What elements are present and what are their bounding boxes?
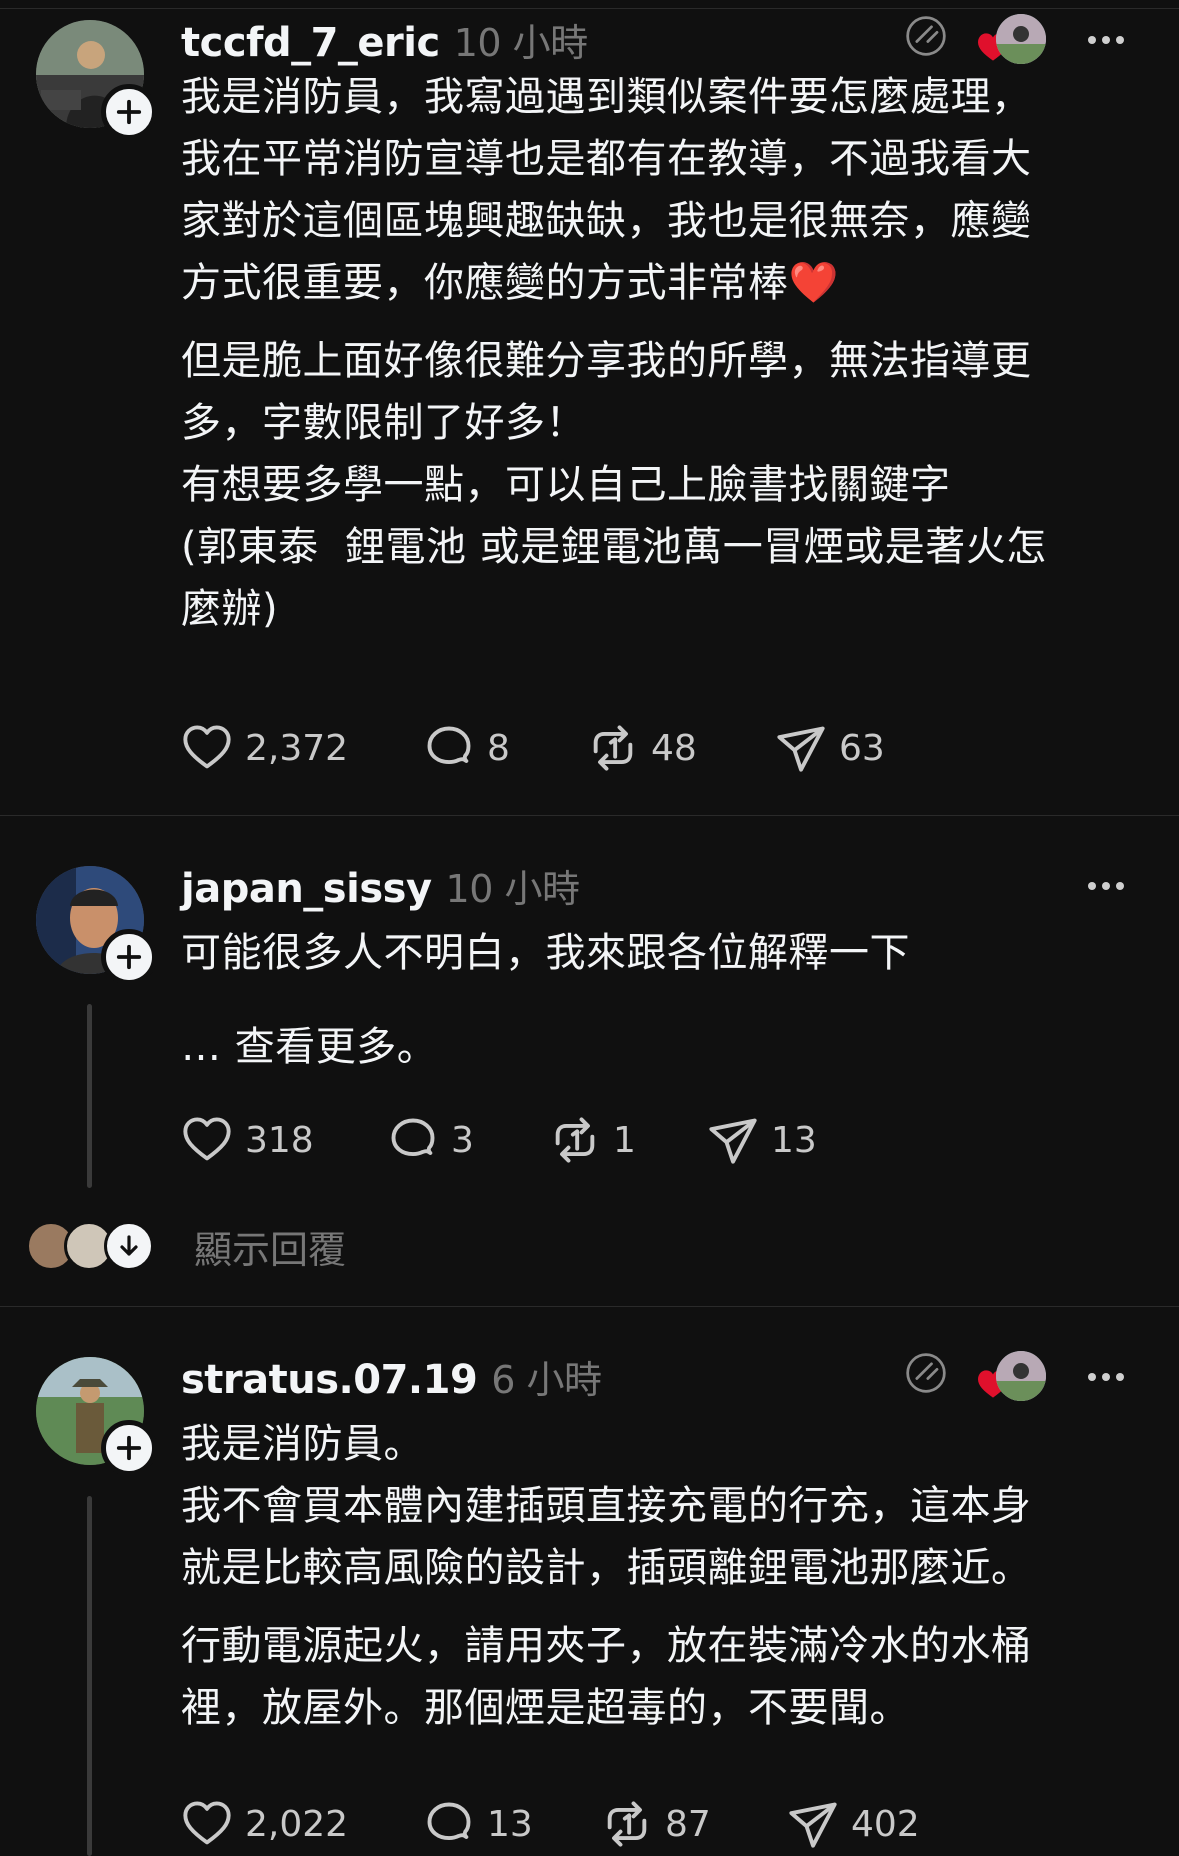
share-button[interactable]: 63	[775, 722, 885, 774]
username[interactable]: japan_sissy 10 小時	[181, 858, 580, 913]
reply-button[interactable]: 13	[423, 1798, 601, 1850]
share-button[interactable]: 402	[787, 1798, 920, 1850]
send-icon	[707, 1114, 759, 1166]
repost-button[interactable]: 87	[601, 1798, 787, 1850]
author-liked-icon	[906, 1353, 946, 1393]
post-paragraph: 可能很多人不明白，我來跟各位解釋一下	[181, 930, 910, 976]
username[interactable]: tccfd_7_eric 10 小時	[181, 12, 588, 67]
like-button[interactable]: 2,022	[181, 1798, 423, 1850]
repost-icon	[587, 722, 639, 774]
like-button[interactable]: 318	[181, 1114, 387, 1166]
more-options-button[interactable]	[1088, 36, 1124, 44]
post-divider	[0, 815, 1179, 816]
post-paragraph: 我是消防員，我寫過遇到類似案件要怎麼處理， 我在平常消防宣導也是都有在教導，不過…	[181, 74, 1032, 306]
username[interactable]: stratus.07.19 6 小時	[181, 1349, 602, 1404]
follow-button[interactable]	[101, 1420, 157, 1476]
heart-icon	[181, 1798, 233, 1850]
post-paragraph: 我是消防員。 我不會買本體內建插頭直接充電的行充，這本身 就是比較高風險的設計，…	[181, 1421, 1032, 1591]
reply-button[interactable]: 8	[423, 722, 587, 774]
post-body: 我是消防員，我寫過遇到類似案件要怎麼處理， 我在平常消防宣導也是都有在教導，不過…	[181, 66, 1131, 640]
timestamp: 6 小時	[491, 1358, 602, 1402]
show-replies-label: 顯示回覆	[194, 1227, 347, 1272]
heart-icon	[181, 1114, 233, 1166]
timestamp: 10 小時	[445, 867, 580, 911]
top-divider	[0, 8, 1179, 9]
heart-icon	[181, 722, 233, 774]
post-divider	[0, 1306, 1179, 1307]
comment-icon	[423, 1798, 475, 1850]
author-avatar-small	[996, 14, 1046, 64]
send-icon	[787, 1798, 839, 1850]
post-actions: 2,022 13 87 402	[181, 1798, 920, 1850]
comment-icon	[387, 1114, 439, 1166]
plus-icon	[112, 95, 146, 129]
repost-button[interactable]: 1	[549, 1114, 707, 1166]
share-button[interactable]: 13	[707, 1114, 817, 1166]
comment-icon	[423, 722, 475, 774]
reply-button[interactable]: 3	[387, 1114, 549, 1166]
more-options-button[interactable]	[1088, 1373, 1124, 1381]
send-icon	[775, 722, 827, 774]
like-button[interactable]: 2,372	[181, 722, 423, 774]
follow-button[interactable]	[101, 929, 157, 985]
arrow-down-icon	[104, 1221, 154, 1271]
post-body: 我是消防員。 我不會買本體內建插頭直接充電的行充，這本身 就是比較高風險的設計，…	[181, 1413, 1131, 1739]
follow-button[interactable]	[101, 84, 157, 140]
post-actions: 318 3 1 13	[181, 1114, 817, 1166]
post-paragraph: 但是脆上面好像很難分享我的所學，無法指導更 多，字數限制了好多！ 有想要多學一點…	[181, 338, 1047, 632]
timestamp: 10 小時	[453, 21, 588, 65]
thread-line	[87, 1004, 92, 1188]
plus-icon	[112, 1431, 146, 1465]
author-avatar-small	[996, 1351, 1046, 1401]
repost-icon	[549, 1114, 601, 1166]
post-actions: 2,372 8 48 63	[181, 722, 885, 774]
plus-icon	[112, 940, 146, 974]
author-liked-icon	[906, 16, 946, 56]
thread-line	[87, 1496, 92, 1856]
more-options-button[interactable]	[1088, 882, 1124, 890]
repost-button[interactable]: 48	[587, 722, 775, 774]
see-more-link[interactable]: … 查看更多。	[181, 1016, 1131, 1078]
repost-icon	[601, 1798, 653, 1850]
show-replies-row[interactable]: 顯示回覆	[26, 1220, 346, 1272]
post-paragraph: 行動電源起火，請用夾子，放在裝滿冷水的水桶 裡，放屋外。那個煙是超毒的，不要聞。	[181, 1623, 1032, 1731]
post-body: 可能很多人不明白，我來跟各位解釋一下 … 查看更多。	[181, 922, 1131, 1078]
